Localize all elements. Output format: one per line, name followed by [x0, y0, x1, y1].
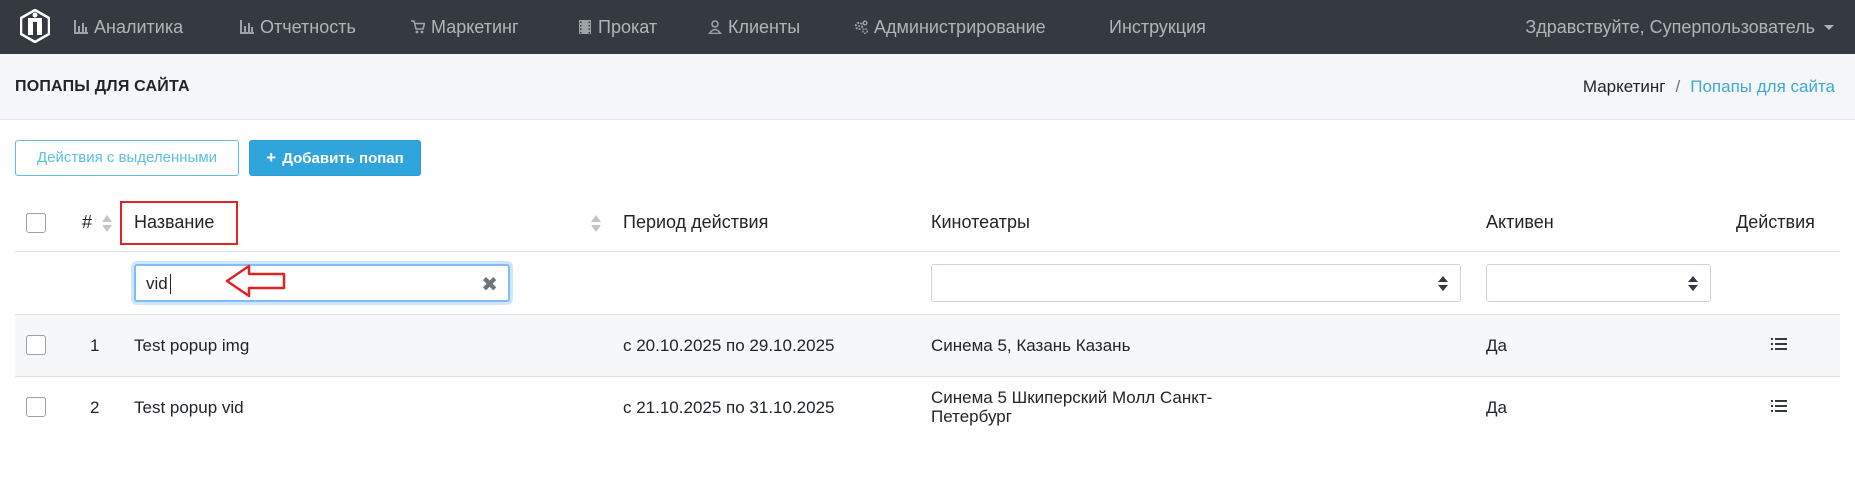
nav-item-clients[interactable]: Клиенты	[708, 0, 800, 54]
user-greeting: Здравствуйте, Суперпользователь	[1525, 17, 1815, 37]
add-popup-label: Добавить попап	[282, 150, 404, 167]
column-header-cinemas: Кинотеатры	[931, 212, 1030, 232]
nav-item-rental[interactable]: Прокат	[578, 0, 657, 54]
row-divider	[15, 376, 1840, 377]
row-checkbox[interactable]	[26, 335, 46, 355]
nav-item-label: Маркетинг	[431, 17, 519, 37]
nav-item-label: Отчетность	[260, 17, 356, 37]
row-actions-list-icon[interactable]	[1771, 400, 1787, 412]
breadcrumb: Маркетинг / Попапы для сайта	[1583, 77, 1835, 97]
name-filter-input[interactable]: vid ✖	[134, 264, 510, 302]
header-divider	[15, 251, 1840, 252]
table-row	[15, 315, 1840, 376]
nav-item-analytics[interactable]: Аналитика	[74, 0, 183, 54]
row-active: Да	[1486, 336, 1507, 355]
cart-icon	[411, 20, 425, 34]
film-icon	[579, 20, 591, 34]
highlight-box	[120, 201, 238, 245]
top-navbar: Аналитика Отчетность Маркетинг Прокат Кл…	[0, 0, 1855, 54]
breadcrumb-item-current: Попапы для сайта	[1690, 77, 1835, 96]
column-header-active: Активен	[1486, 212, 1554, 232]
select-arrows-icon	[1438, 276, 1448, 292]
row-cinemas-continued: Петербург	[931, 407, 1012, 426]
clear-icon[interactable]: ✖	[481, 272, 498, 297]
row-period: с 20.10.2025 по 29.10.2025	[623, 336, 835, 355]
gears-icon	[854, 20, 868, 34]
sort-icon[interactable]	[590, 214, 602, 234]
nav-item-instructions[interactable]: Инструкция	[1109, 0, 1206, 54]
row-name: Test popup vid	[134, 398, 244, 417]
nav-item-label: Администрирование	[874, 17, 1046, 37]
sort-icon[interactable]	[101, 214, 113, 234]
chevron-down-icon	[1824, 25, 1834, 30]
nav-item-administration[interactable]: Администрирование	[854, 0, 1046, 54]
page-title: ПОПАПЫ ДЛЯ САЙТА	[15, 78, 190, 95]
add-popup-button[interactable]: + Добавить попап	[249, 140, 421, 176]
column-header-actions: Действия	[1736, 212, 1815, 232]
breadcrumb-separator: /	[1675, 77, 1681, 96]
row-cinemas: Синема 5 Шкиперский Молл Санкт-	[931, 388, 1213, 407]
nav-item-label: Клиенты	[728, 17, 801, 37]
column-header-period: Период действия	[623, 212, 769, 232]
row-id: 1	[90, 336, 100, 355]
page-header: ПОПАПЫ ДЛЯ САЙТА Маркетинг / Попапы для са…	[0, 54, 1855, 120]
text-cursor	[170, 274, 171, 294]
select-arrows-icon	[1688, 276, 1698, 292]
annotation-arrow-icon	[225, 264, 286, 298]
bar-chart-icon	[74, 20, 88, 34]
name-filter-value: vid	[146, 274, 168, 293]
row-cinemas: Синема 5, Казань Казань	[931, 336, 1131, 355]
breadcrumb-item-marketing[interactable]: Маркетинг	[1583, 77, 1666, 96]
row-actions-list-icon[interactable]	[1771, 338, 1787, 350]
row-active: Да	[1486, 398, 1507, 417]
cinemas-filter-select[interactable]	[931, 264, 1461, 302]
row-checkbox[interactable]	[26, 397, 46, 417]
column-header-id[interactable]: #	[82, 212, 92, 233]
nav-item-label: Аналитика	[94, 17, 184, 37]
nav-item-label: Прокат	[598, 17, 658, 37]
bulk-actions-button[interactable]: Действия с выделенными	[15, 140, 239, 176]
user-icon	[708, 20, 722, 34]
nav-item-reports[interactable]: Отчетность	[240, 0, 356, 54]
row-name: Test popup img	[134, 336, 250, 355]
nav-item-marketing[interactable]: Маркетинг	[411, 0, 519, 54]
logo-icon[interactable]	[20, 9, 50, 43]
active-filter-select[interactable]	[1486, 264, 1711, 302]
plus-icon: +	[266, 148, 277, 167]
user-menu-dropdown[interactable]: Здравствуйте, Суперпользователь	[1525, 0, 1834, 54]
row-period: с 21.10.2025 по 31.10.2025	[623, 398, 835, 417]
select-all-checkbox[interactable]	[26, 213, 46, 233]
row-id: 2	[90, 398, 100, 417]
nav-item-label: Инструкция	[1109, 17, 1206, 37]
bar-chart-icon	[240, 20, 254, 34]
